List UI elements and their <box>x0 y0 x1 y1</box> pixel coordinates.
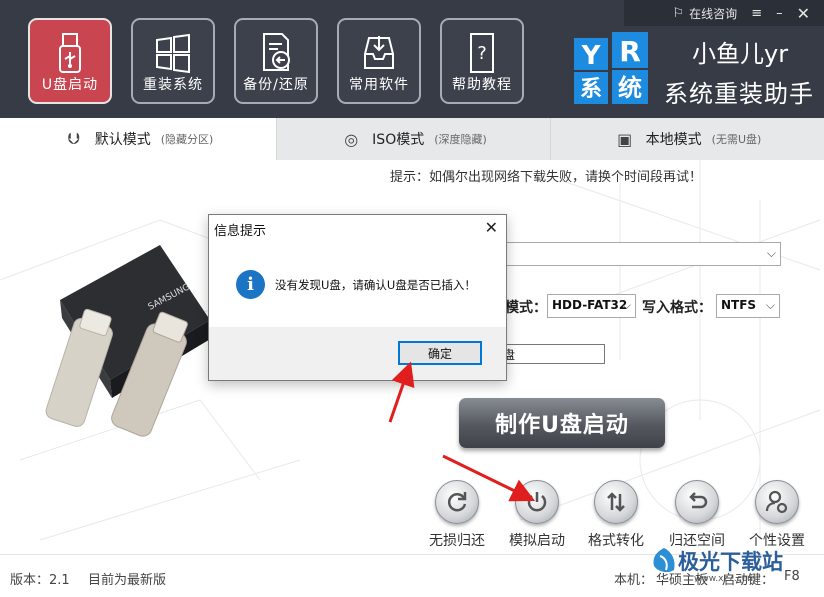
harddisk-icon: ▣ <box>617 129 633 149</box>
nav-label: 常用软件 <box>349 77 409 93</box>
window-controls: ⚐ 在线咨询 ≡ – ✕ <box>624 0 824 26</box>
usb-icon: ⮋ <box>67 129 80 148</box>
version-text: 版本：2.1 <box>10 573 70 588</box>
tip-text: 提示：如偶尔出现网络下载失败，请换个时间段再试！ <box>390 170 703 185</box>
software-box-icon <box>364 36 394 69</box>
chevron-down-icon: ⌵ <box>621 298 631 312</box>
nav-reinstall-system[interactable]: 重装系统 <box>131 18 215 104</box>
svg-text:?: ? <box>477 43 487 64</box>
nav-common-software[interactable]: 常用软件 <box>337 18 421 104</box>
brand-title: 小鱼儿yr <box>692 40 789 68</box>
disc-icon: ◎ <box>344 129 359 149</box>
svg-text:统: 统 <box>618 74 642 102</box>
machine-label: 本机： <box>614 573 654 588</box>
chevron-down-icon: ⌵ <box>766 246 776 260</box>
dialog-title: 信息提示 <box>214 224 267 239</box>
user-settings-icon <box>765 490 788 514</box>
tool-lossless-restore[interactable]: 无损归还 <box>422 480 492 550</box>
svg-text:R: R <box>619 35 641 68</box>
tab-iso-mode[interactable]: ◎ ISO模式 (深度隐藏) <box>276 118 550 160</box>
nav-help-tutorial[interactable]: ? 帮助教程 <box>440 18 524 104</box>
nav-usb-boot[interactable]: U盘启动 <box>28 18 112 104</box>
menu-icon[interactable]: ≡ <box>751 6 762 21</box>
svg-text:系: 系 <box>580 77 602 102</box>
lamp-icon: ⚐ <box>672 5 685 21</box>
info-dialog: 信息提示 ✕ i 没有发现U盘，请确认U盘是否已插入！ 确定 <box>208 214 507 381</box>
help-book-icon: ? <box>470 33 494 73</box>
write-format-label: 写入格式： <box>642 300 712 316</box>
watermark-text: 极光下载站 <box>678 550 783 574</box>
nav-label: 备份/还原 <box>243 77 309 93</box>
tool-simulate-boot[interactable]: 模拟启动 <box>502 480 572 550</box>
convert-icon <box>607 492 625 512</box>
ok-button[interactable]: 确定 <box>398 341 482 365</box>
close-icon[interactable]: ✕ <box>797 4 810 23</box>
watermark-url: www.xz7.com <box>694 574 756 584</box>
svg-text:Y: Y <box>581 41 602 71</box>
tab-local-mode[interactable]: ▣ 本地模式 (无需U盘) <box>550 118 824 160</box>
close-icon[interactable]: ✕ <box>485 218 498 237</box>
minimize-icon[interactable]: – <box>776 6 783 21</box>
tool-format-convert[interactable]: 格式转化 <box>581 480 651 550</box>
windows-icon <box>156 33 190 74</box>
return-icon <box>689 492 708 509</box>
nav-label: 帮助教程 <box>452 77 512 93</box>
nav-label: U盘启动 <box>41 77 99 93</box>
mode-tabs: ⮋ 默认模式 (隐藏分区) ◎ ISO模式 (深度隐藏) ▣ 本地模式 (无需U… <box>0 118 824 160</box>
power-icon <box>527 492 547 512</box>
watermark: 极光下载站 www.xz7.com <box>650 538 822 590</box>
partition-field[interactable]: 盘 <box>500 344 605 364</box>
usb-device-select[interactable]: ⌵ <box>505 242 781 266</box>
watermark-logo-icon <box>653 548 675 573</box>
nav-label: 重装系统 <box>143 77 203 93</box>
make-usb-boot-button[interactable]: 制作U盘启动 <box>459 398 665 448</box>
backup-icon <box>263 33 290 71</box>
brand-logo: Y R 系 统 <box>574 32 648 104</box>
mode-select[interactable]: HDD-FAT32 ⌵ <box>547 294 636 318</box>
info-icon: i <box>236 270 265 299</box>
nav-backup-restore[interactable]: 备份/还原 <box>234 18 318 104</box>
refresh-icon <box>447 492 467 512</box>
write-format-select[interactable]: NTFS ⌵ <box>716 294 780 318</box>
dialog-message: 没有发现U盘，请确认U盘是否已插入！ <box>275 278 476 292</box>
update-status: 目前为最新版 <box>88 573 167 588</box>
tab-default-mode[interactable]: ⮋ 默认模式 (隐藏分区) <box>0 118 276 160</box>
dialog-footer: 确定 <box>209 327 506 380</box>
usb-drive-icon <box>59 33 81 73</box>
online-consult-link[interactable]: ⚐ 在线咨询 <box>673 5 738 22</box>
chevron-down-icon: ⌵ <box>765 298 775 312</box>
brand-subtitle: 系统重装助手 <box>664 80 814 108</box>
app-header: ⚐ 在线咨询 ≡ – ✕ U盘启动 重装系统 备份/还原 常用软件 ? 帮助教程… <box>0 0 824 118</box>
mode-label: 模式： <box>505 300 547 316</box>
